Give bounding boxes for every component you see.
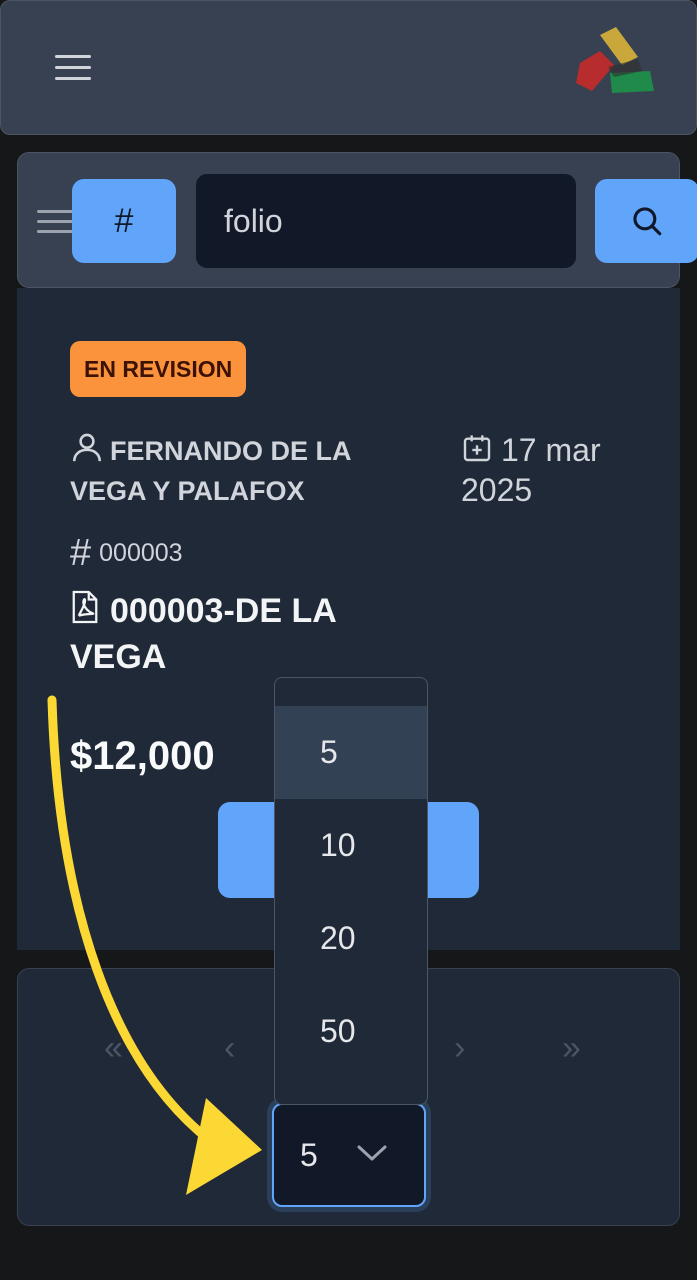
- app-logo: [576, 27, 654, 93]
- first-page-button[interactable]: «: [104, 1029, 123, 1068]
- pdf-file-icon: [72, 590, 98, 624]
- hamburger-icon[interactable]: [55, 55, 91, 83]
- last-page-button[interactable]: »: [562, 1029, 581, 1068]
- user-icon: [72, 433, 102, 462]
- hash-icon: #: [114, 201, 134, 240]
- search-input[interactable]: folio: [195, 173, 577, 269]
- page-size-option[interactable]: 50: [275, 985, 427, 1078]
- person-name: FERNANDO DE LA VEGA Y PALAFOX: [70, 430, 400, 511]
- page-size-select[interactable]: 5: [272, 1103, 426, 1207]
- top-bar: [0, 0, 697, 135]
- page-size-option[interactable]: 5: [275, 706, 427, 799]
- search-button[interactable]: [595, 179, 697, 263]
- chevron-down-icon: [357, 1145, 387, 1161]
- search-bar: # folio: [17, 152, 697, 288]
- calendar-icon: [463, 435, 491, 462]
- status-badge: EN REVISION: [70, 341, 247, 397]
- filter-type-button[interactable]: #: [72, 179, 176, 263]
- page-size-option[interactable]: 20: [275, 892, 427, 985]
- amount-value: $12,000: [70, 734, 215, 778]
- folio-number: # 000003: [70, 532, 183, 574]
- document-link[interactable]: 000003-DE LA VEGA: [70, 588, 430, 680]
- prev-page-button[interactable]: ‹: [224, 1029, 235, 1068]
- page-size-dropdown: 5 10 20 50: [274, 677, 428, 1105]
- next-page-button[interactable]: ›: [454, 1029, 465, 1068]
- filter-menu-icon[interactable]: [37, 210, 73, 234]
- search-icon: [633, 207, 662, 236]
- hash-icon: #: [70, 532, 92, 574]
- page-size-option[interactable]: 10: [275, 799, 427, 892]
- record-date: 17 mar 2025: [461, 432, 601, 508]
